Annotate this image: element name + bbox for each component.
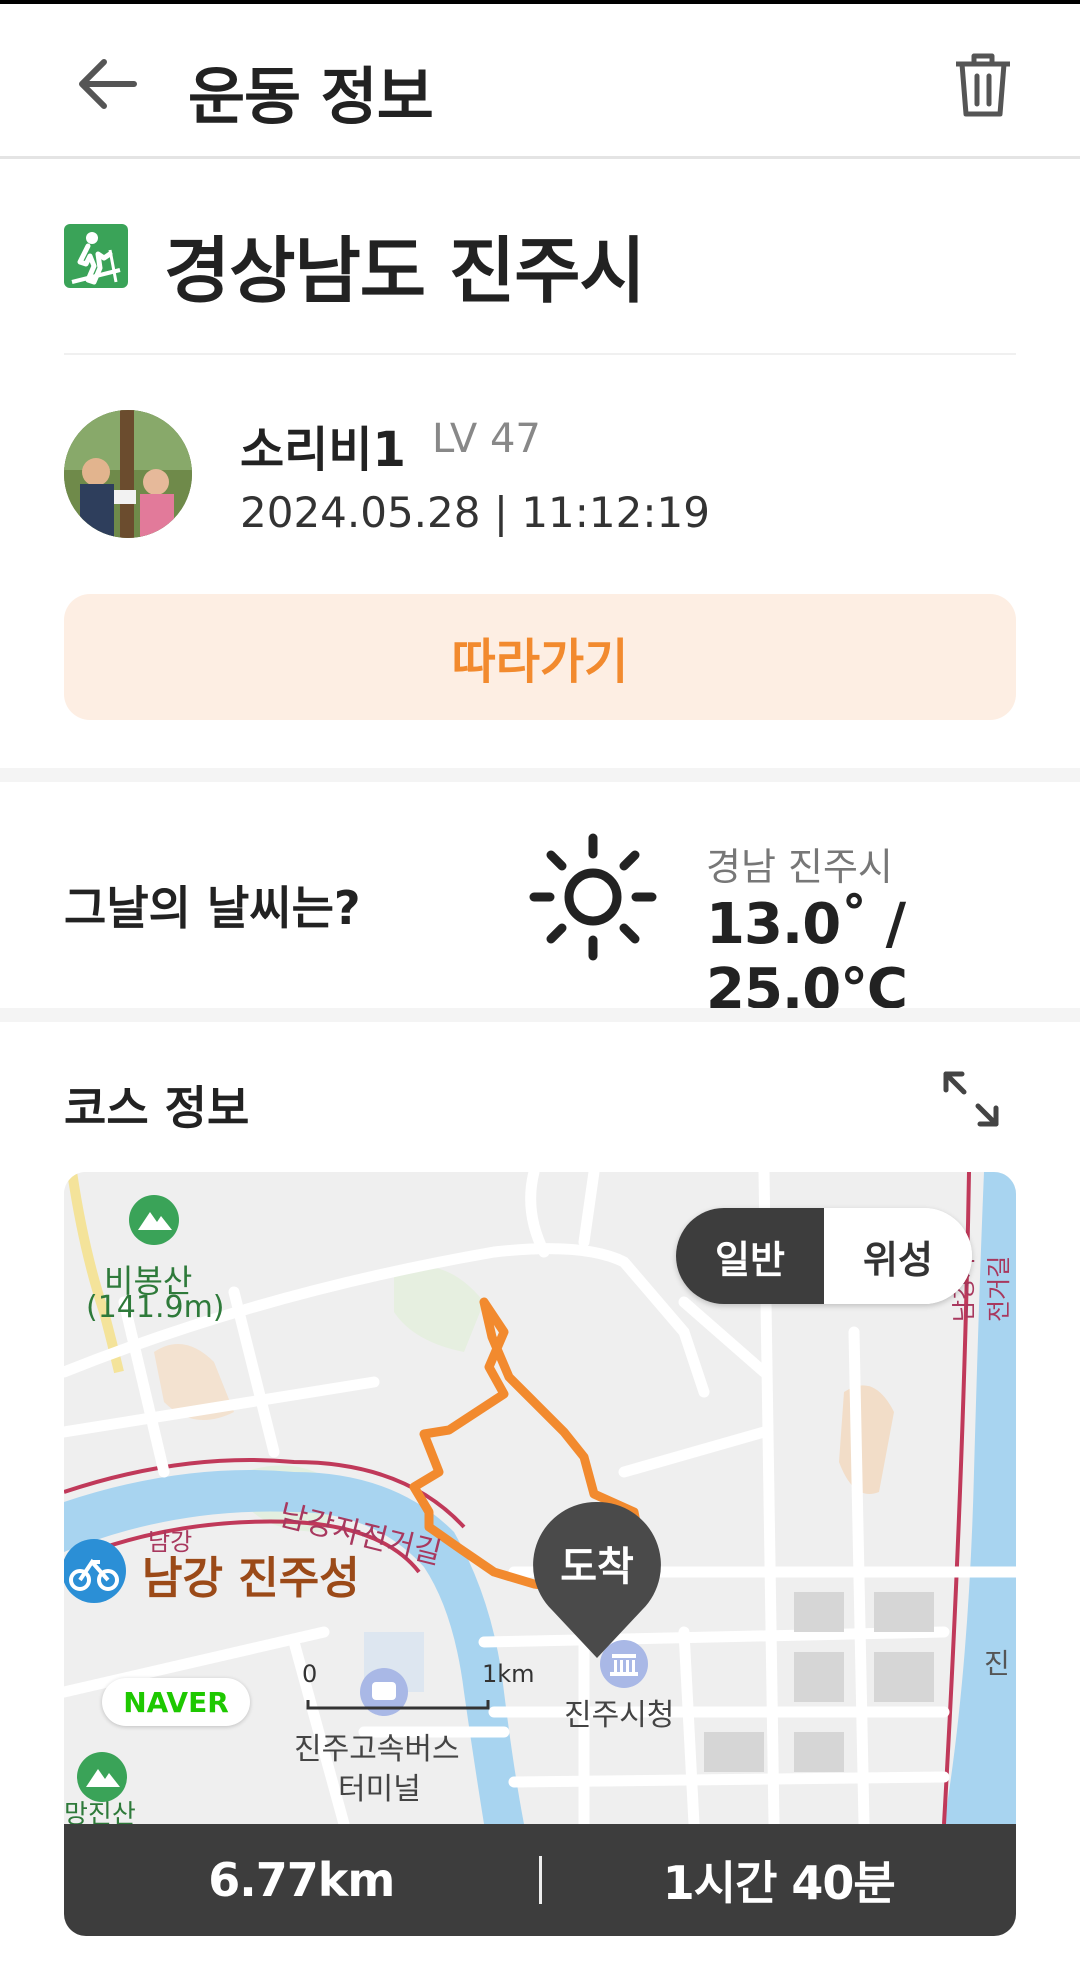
activity-place-row: 경상남도 진주시	[64, 200, 1016, 355]
weather-region: 경남 진주시	[706, 845, 893, 889]
section-divider	[0, 768, 1080, 782]
course-stats-bar: 6.77km 1시간 40분	[64, 1824, 1016, 1936]
map-type-satellite-option[interactable]: 위성	[824, 1208, 972, 1304]
course-distance: 6.77km	[208, 1853, 395, 1907]
weather-temperature: 13.0˚ / 25.0℃	[706, 892, 908, 1022]
activity-place-name: 경상남도 진주시	[164, 229, 646, 313]
map-label-city-hall: 진주시청	[564, 1698, 675, 1733]
app-bar: 운동 정보	[0, 4, 1080, 159]
course-map[interactable]: 비봉산 (141.9m) 남강자전거길 남강 남강 진주성 진주시청 진주고속버…	[64, 1172, 1016, 1936]
section-divider	[0, 1008, 1080, 1022]
user-name: 소리비1	[240, 422, 406, 478]
map-scale-km: 1km	[482, 1660, 535, 1688]
avatar[interactable]	[64, 410, 192, 538]
page-title: 운동 정보	[188, 60, 434, 133]
sun-icon	[528, 832, 658, 962]
course-duration: 1시간 40분	[662, 1856, 896, 1910]
trash-icon	[956, 53, 1010, 117]
map-label-bus-terminal: 진주고속버스	[294, 1732, 460, 1767]
map-type-toggle[interactable]: 일반 위성	[676, 1208, 972, 1304]
naver-logo: NAVER	[102, 1678, 250, 1726]
back-arrow-icon	[79, 59, 137, 109]
arrival-marker-label: 도착	[560, 1544, 634, 1590]
map-label-castle: 남강 진주성	[142, 1553, 360, 1604]
weather-label: 그날의 날씨는?	[64, 881, 361, 935]
map-scale-zero: 0	[302, 1660, 318, 1688]
back-button[interactable]	[74, 49, 144, 119]
expand-map-button[interactable]	[940, 1068, 1002, 1130]
map-label-edge: 진	[984, 1647, 1010, 1680]
delete-button[interactable]	[950, 50, 1016, 120]
map-type-general-option[interactable]: 일반	[676, 1208, 824, 1304]
follow-button[interactable]: 따라가기	[64, 594, 1016, 720]
activity-datetime: 2024.05.28 | 11:12:19	[240, 488, 710, 537]
map-label-peak-height: (141.9m)	[86, 1290, 225, 1325]
hiking-icon	[64, 224, 128, 288]
course-label: 코스 정보	[64, 1081, 250, 1135]
expand-icon	[943, 1071, 999, 1127]
user-level: LV 47	[432, 416, 541, 462]
map-label-bus-terminal-2: 터미널	[338, 1772, 421, 1807]
